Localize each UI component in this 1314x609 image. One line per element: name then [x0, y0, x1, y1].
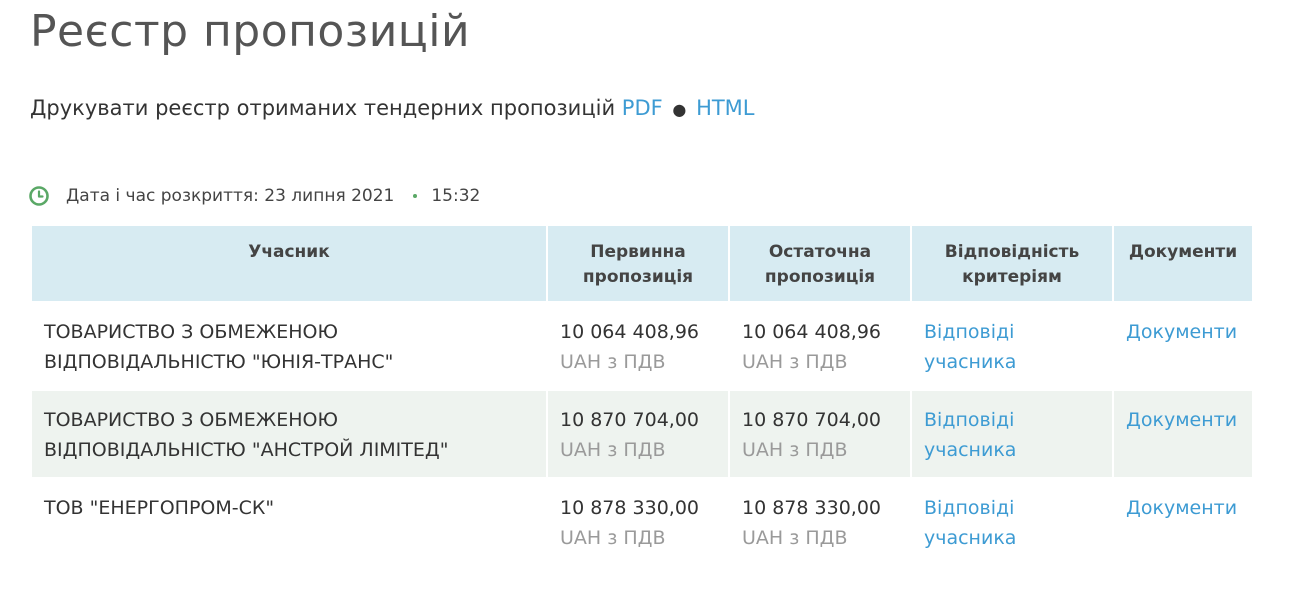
documents-link[interactable]: Документи: [1126, 409, 1237, 431]
bids-table: Учасник Первинна пропозиція Остаточна пр…: [30, 224, 1254, 567]
print-html-link[interactable]: HTML: [696, 96, 754, 120]
opening-date-label: Дата і час розкриття: 23 липня 2021: [66, 186, 395, 206]
page-title: Реєстр пропозицій: [30, 6, 471, 57]
initial-offer-cell: 10 878 330,00 UAH з ПДВ: [548, 479, 728, 565]
header-criteria: Відповідність критеріям: [912, 226, 1112, 301]
header-final-offer: Остаточна пропозиція: [730, 226, 910, 301]
initial-amount: 10 870 704,00: [560, 409, 700, 431]
table-row: ТОВАРИСТВО З ОБМЕЖЕНОЮ ВІДПОВІДАЛЬНІСТЮ …: [32, 303, 1252, 389]
initial-amount: 10 878 330,00: [560, 497, 700, 519]
header-initial-offer: Первинна пропозиція: [548, 226, 728, 301]
final-amount: 10 064 408,96: [742, 321, 882, 343]
final-offer-cell: 10 870 704,00 UAH з ПДВ: [730, 391, 910, 477]
documents-link[interactable]: Документи: [1126, 497, 1237, 519]
initial-currency: UAH з ПДВ: [560, 439, 666, 461]
final-offer-cell: 10 878 330,00 UAH з ПДВ: [730, 479, 910, 565]
final-amount: 10 878 330,00: [742, 497, 882, 519]
print-register-line: Друкувати реєстр отриманих тендерних про…: [30, 96, 755, 120]
final-currency: UAH з ПДВ: [742, 351, 848, 373]
print-register-label: Друкувати реєстр отриманих тендерних про…: [30, 96, 616, 120]
criteria-cell: Відповіді учасника: [912, 479, 1112, 565]
final-amount: 10 870 704,00: [742, 409, 882, 431]
opening-datetime: Дата і час розкриття: 23 липня 2021 15:3…: [28, 185, 480, 207]
clock-icon: [29, 186, 49, 206]
header-documents: Документи: [1114, 226, 1252, 301]
criteria-cell: Відповіді учасника: [912, 303, 1112, 389]
initial-currency: UAH з ПДВ: [560, 351, 666, 373]
participant-name: ТОВ "ЕНЕРГОПРОМ-СК": [44, 497, 275, 519]
print-pdf-link[interactable]: PDF: [622, 96, 663, 120]
participant-answers-link[interactable]: Відповіді учасника: [924, 321, 1016, 373]
dot-separator: [413, 194, 418, 198]
table-row: ТОВАРИСТВО З ОБМЕЖЕНОЮ ВІДПОВІДАЛЬНІСТЮ …: [32, 391, 1252, 477]
opening-time: 15:32: [431, 186, 481, 206]
initial-amount: 10 064 408,96: [560, 321, 700, 343]
documents-cell: Документи: [1114, 391, 1252, 477]
documents-link[interactable]: Документи: [1126, 321, 1237, 343]
criteria-cell: Відповіді учасника: [912, 391, 1112, 477]
initial-offer-cell: 10 870 704,00 UAH з ПДВ: [548, 391, 728, 477]
participant-answers-link[interactable]: Відповіді учасника: [924, 497, 1016, 549]
final-offer-cell: 10 064 408,96 UAH з ПДВ: [730, 303, 910, 389]
header-participant: Учасник: [32, 226, 546, 301]
final-currency: UAH з ПДВ: [742, 527, 848, 549]
page: Реєстр пропозицій Друкувати реєстр отрим…: [0, 0, 1314, 609]
participant-name: ТОВАРИСТВО З ОБМЕЖЕНОЮ ВІДПОВІДАЛЬНІСТЮ …: [44, 321, 394, 373]
participant-answers-link[interactable]: Відповіді учасника: [924, 409, 1016, 461]
print-separator: ●: [672, 100, 687, 119]
initial-currency: UAH з ПДВ: [560, 527, 666, 549]
documents-cell: Документи: [1114, 479, 1252, 565]
table-header-row: Учасник Первинна пропозиція Остаточна пр…: [32, 226, 1252, 301]
final-currency: UAH з ПДВ: [742, 439, 848, 461]
table-row: ТОВ "ЕНЕРГОПРОМ-СК" 10 878 330,00 UAH з …: [32, 479, 1252, 565]
documents-cell: Документи: [1114, 303, 1252, 389]
participant-name: ТОВАРИСТВО З ОБМЕЖЕНОЮ ВІДПОВІДАЛЬНІСТЮ …: [32, 391, 546, 477]
initial-offer-cell: 10 064 408,96 UAH з ПДВ: [548, 303, 728, 389]
